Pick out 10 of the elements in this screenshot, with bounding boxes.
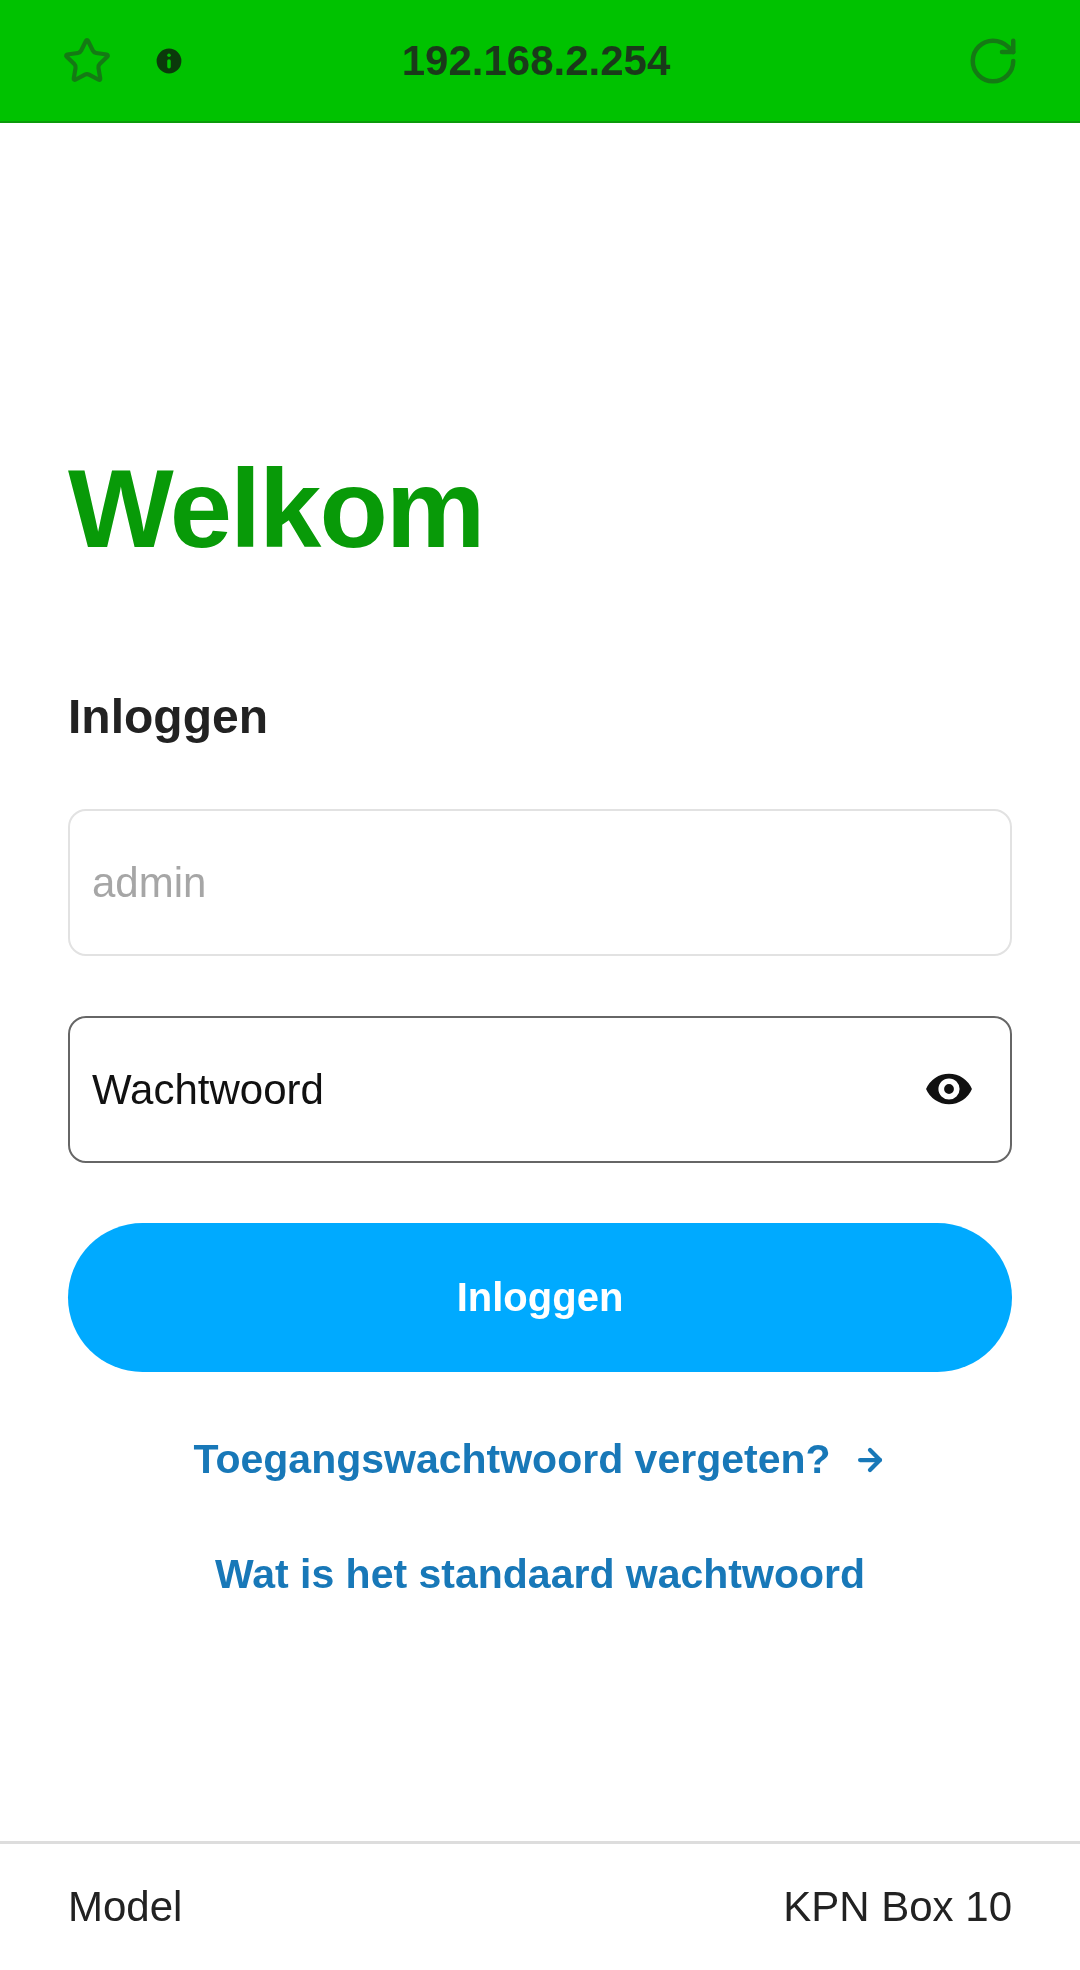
- welcome-heading: Welkom: [68, 453, 485, 565]
- username-field[interactable]: admin: [68, 809, 1012, 956]
- password-field[interactable]: Wachtwoord: [68, 1016, 1012, 1163]
- help-link[interactable]: Wat is het standaard wachtwoord: [215, 1551, 865, 1598]
- help-link[interactable]: Toegangswachtwoord vergeten?: [193, 1436, 887, 1483]
- model-value: KPN Box 10: [783, 1883, 1012, 1931]
- url-text[interactable]: 192.168.2.254: [226, 36, 926, 85]
- model-label: Model: [68, 1883, 183, 1931]
- login-button[interactable]: Inloggen: [68, 1223, 1012, 1372]
- login-heading: Inloggen: [68, 693, 269, 741]
